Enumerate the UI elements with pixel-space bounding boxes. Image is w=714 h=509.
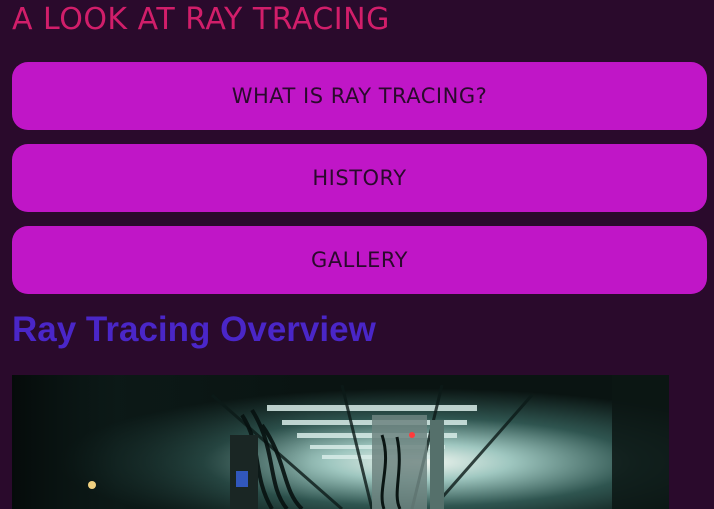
gallery-button[interactable]: GALLERY bbox=[12, 226, 707, 294]
section-heading: Ray Tracing Overview bbox=[12, 310, 376, 349]
corridor-photo-icon bbox=[12, 375, 669, 509]
page: A LOOK AT RAY TRACING WHAT IS RAY TRACIN… bbox=[0, 0, 714, 509]
what-is-ray-tracing-button[interactable]: WHAT IS RAY TRACING? bbox=[12, 62, 707, 130]
history-button[interactable]: HISTORY bbox=[12, 144, 707, 212]
hero-image bbox=[12, 375, 669, 509]
site-title: A LOOK AT RAY TRACING bbox=[12, 2, 390, 37]
